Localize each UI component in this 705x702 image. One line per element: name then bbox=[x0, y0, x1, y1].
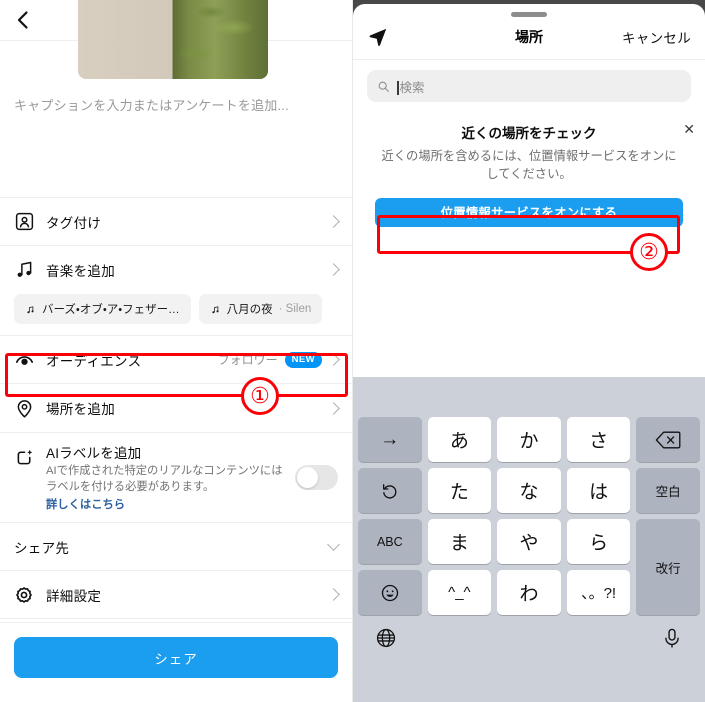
nearby-places-prompt: 近くの場所をチェック 近くの場所を含めるには、位置情報サービスをオンにしてくださ… bbox=[353, 108, 705, 184]
key-na[interactable]: な bbox=[497, 468, 561, 513]
chevron-right-icon bbox=[327, 353, 340, 366]
japanese-keyboard: → あ か さ た な は 空白 ABC ま や ら 改行 ^_^ わ 、。?! bbox=[353, 377, 705, 702]
microphone-icon[interactable] bbox=[661, 627, 683, 649]
row-label: オーディエンス bbox=[46, 353, 142, 369]
row-label: 詳細設定 bbox=[46, 588, 102, 604]
music-suggestion-chips: バーズ・オブ・ア・フェザー… 八月の夜 · Silen bbox=[0, 293, 352, 335]
row-audience[interactable]: オーディエンス フォロワー NEW bbox=[0, 336, 352, 383]
row-add-location[interactable]: 場所を追加 bbox=[0, 384, 352, 432]
row-label: シェア先 bbox=[14, 540, 70, 556]
keyboard-suggestion-bar bbox=[353, 377, 705, 417]
key-cursor-right[interactable]: → bbox=[358, 417, 422, 462]
music-chip-title: バーズ・オブ・ア・フェザー… bbox=[42, 304, 180, 316]
sheet-nav-bar: 場所 キャンセル bbox=[353, 17, 705, 60]
learn-more-link[interactable]: 詳しくはこちら bbox=[46, 496, 287, 512]
delete-icon[interactable] bbox=[636, 417, 700, 462]
search-icon bbox=[378, 81, 389, 92]
row-label: 場所を追加 bbox=[46, 402, 115, 417]
row-label: 音楽を追加 bbox=[46, 263, 115, 279]
share-button[interactable]: シェア bbox=[14, 637, 338, 678]
emoji-icon[interactable] bbox=[358, 570, 422, 615]
new-badge: NEW bbox=[284, 351, 322, 368]
keyboard-grid: → あ か さ た な は 空白 ABC ま や ら 改行 ^_^ わ 、。?! bbox=[353, 417, 705, 615]
key-punctuation[interactable]: 、。?! bbox=[566, 570, 631, 615]
key-ha[interactable]: は bbox=[566, 468, 631, 513]
globe-icon[interactable] bbox=[375, 627, 397, 649]
caption-placeholder: キャプションを入力またはアンケートを追加... bbox=[14, 98, 289, 113]
row-tag-people[interactable]: タグ付け bbox=[0, 198, 352, 245]
close-icon[interactable]: ✕ bbox=[683, 122, 695, 136]
cancel-button[interactable]: キャンセル bbox=[622, 27, 691, 47]
ai-label-description: AIで作成された特定のリアルなコンテンツにはラベルを付ける必要があります。 bbox=[46, 465, 283, 494]
row-right bbox=[327, 538, 340, 553]
key-kaomoji[interactable]: ^_^ bbox=[427, 570, 492, 615]
row-advanced-settings[interactable]: 詳細設定 bbox=[0, 571, 352, 619]
key-ma[interactable]: ま bbox=[427, 519, 492, 564]
key-wa[interactable]: わ bbox=[497, 570, 561, 615]
chevron-right-icon bbox=[327, 401, 340, 415]
tag-people-icon bbox=[14, 211, 40, 232]
undo-icon[interactable] bbox=[358, 468, 422, 513]
music-note-icon bbox=[27, 305, 34, 313]
key-ra[interactable]: ら bbox=[566, 519, 631, 564]
new-post-panel: 新規投稿 キャプションを入力またはアンケートを追加... タグ付け bbox=[0, 0, 353, 702]
ai-label-title: AIラベルを追加 bbox=[46, 446, 142, 461]
share-footer: シェア bbox=[0, 622, 352, 702]
chevron-down-icon bbox=[327, 538, 340, 551]
row-ai-label[interactable]: AIラベルを追加 AIで作成された特定のリアルなコンテンツにはラベルを付ける必要… bbox=[0, 433, 352, 523]
nearby-description: 近くの場所を含めるには、位置情報サービスをオンにしてください。 bbox=[381, 149, 677, 182]
music-note-icon bbox=[14, 259, 40, 280]
key-ta[interactable]: た bbox=[427, 468, 492, 513]
back-chevron-icon[interactable] bbox=[12, 9, 34, 31]
key-return[interactable]: 改行 bbox=[636, 519, 700, 615]
row-label: タグ付け bbox=[46, 215, 102, 231]
keyboard-bottom-bar bbox=[353, 615, 705, 649]
location-sheet: 場所 キャンセル 検索 近くの場所をチェック 近くの場所を含めるには、位置情報サ… bbox=[353, 4, 705, 702]
divider bbox=[0, 618, 352, 620]
post-photo-strip bbox=[0, 0, 352, 79]
row-right bbox=[327, 401, 340, 415]
caption-area[interactable]: キャプションを入力またはアンケートを追加... bbox=[0, 79, 352, 197]
location-arrow-icon[interactable] bbox=[367, 26, 389, 48]
key-space[interactable]: 空白 bbox=[636, 468, 700, 513]
location-pin-icon bbox=[14, 398, 40, 419]
location-sheet-panel: 場所 キャンセル 検索 近くの場所をチェック 近くの場所を含めるには、位置情報サ… bbox=[353, 0, 705, 702]
chevron-right-icon bbox=[327, 215, 340, 228]
audience-icon bbox=[14, 349, 40, 370]
gear-icon bbox=[14, 585, 40, 605]
search-area: 検索 bbox=[353, 60, 705, 108]
row-right bbox=[327, 263, 340, 276]
key-a[interactable]: あ bbox=[427, 417, 492, 462]
post-photo-thumbnail[interactable] bbox=[78, 0, 268, 79]
music-chip[interactable]: 八月の夜 · Silen bbox=[198, 294, 323, 324]
key-sa[interactable]: さ bbox=[566, 417, 631, 462]
nearby-title: 近くの場所をチェック bbox=[461, 126, 597, 141]
screen-root: 新規投稿 キャプションを入力またはアンケートを追加... タグ付け bbox=[0, 0, 705, 702]
enable-location-services-button[interactable]: 位置情報サービスをオンにする bbox=[375, 197, 683, 227]
key-abc[interactable]: ABC bbox=[358, 519, 422, 564]
row-right: フォロワー NEW bbox=[217, 351, 340, 368]
music-chip-title: 八月の夜 bbox=[226, 304, 273, 316]
ai-label-text: AIラベルを追加 AIで作成された特定のリアルなコンテンツにはラベルを付ける必要… bbox=[46, 442, 295, 512]
key-ya[interactable]: や bbox=[497, 519, 561, 564]
search-placeholder: 検索 bbox=[397, 77, 425, 96]
music-chip[interactable]: バーズ・オブ・ア・フェザー… bbox=[14, 294, 191, 324]
ai-label-toggle[interactable] bbox=[295, 464, 338, 490]
row-share-to[interactable]: シェア先 bbox=[0, 523, 352, 571]
music-note-icon bbox=[212, 305, 219, 313]
row-right bbox=[327, 215, 340, 228]
chevron-right-icon bbox=[327, 588, 340, 601]
key-ka[interactable]: か bbox=[497, 417, 561, 462]
row-right bbox=[327, 588, 340, 601]
text-caret bbox=[397, 80, 399, 95]
search-input[interactable]: 検索 bbox=[367, 70, 691, 102]
music-chip-subtitle: · Silen bbox=[278, 303, 312, 315]
enable-location-area: 位置情報サービスをオンにする bbox=[353, 184, 705, 227]
ai-sparkle-icon bbox=[14, 442, 40, 512]
row-add-music[interactable]: 音楽を追加 bbox=[0, 246, 352, 293]
audience-value: フォロワー bbox=[217, 353, 278, 367]
chevron-right-icon bbox=[327, 263, 340, 276]
